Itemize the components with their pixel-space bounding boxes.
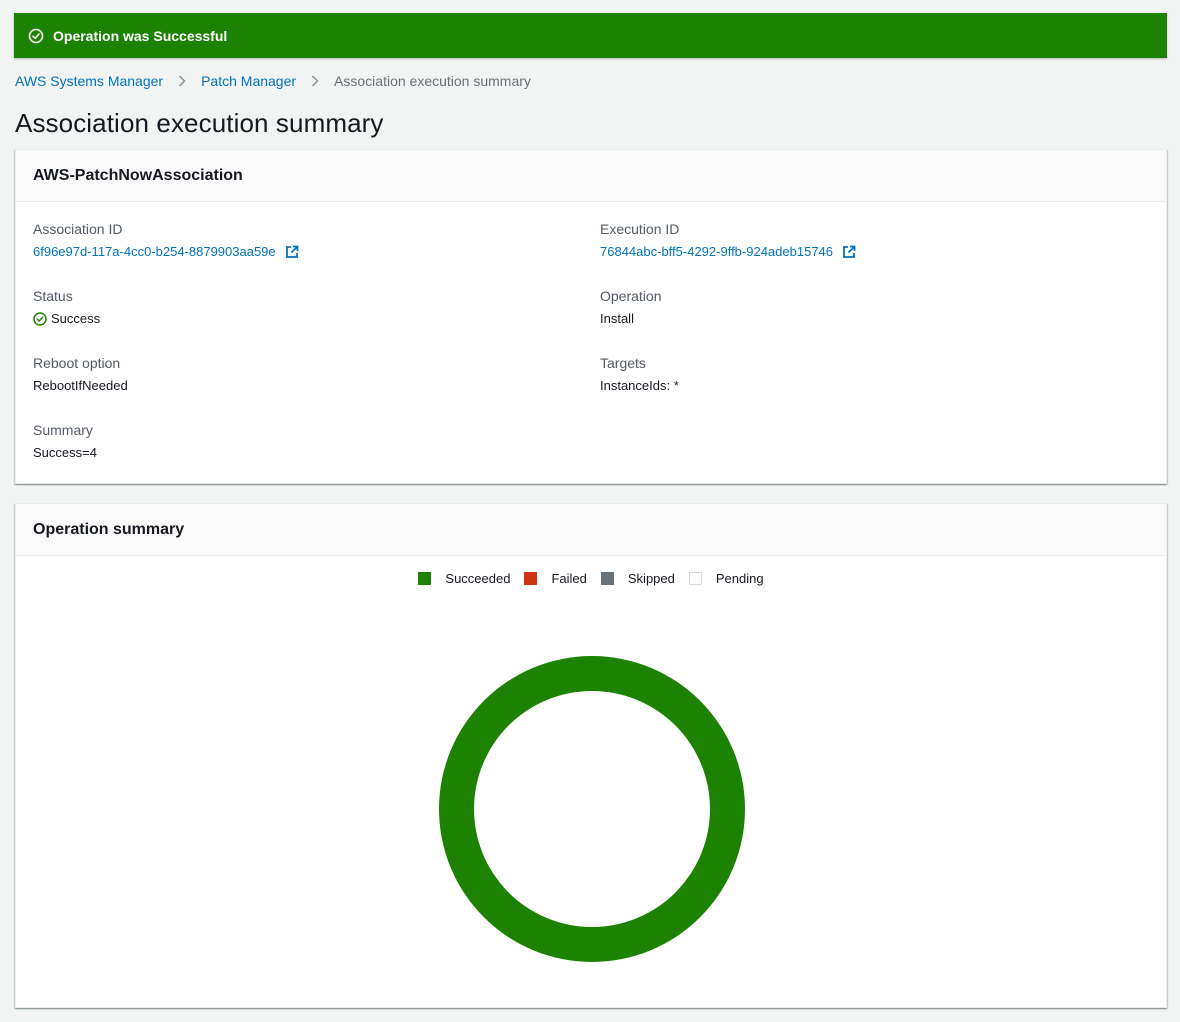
page-title: Association execution summary — [15, 108, 384, 138]
legend-label: Skipped — [627, 571, 675, 586]
legend-item-failed[interactable]: Failed — [524, 571, 587, 586]
card-title: AWS-PatchNowAssociation — [16, 150, 1166, 202]
operation-field: Operation Install — [600, 287, 661, 328]
check-circle-icon — [33, 312, 47, 326]
targets-label: Targets — [600, 355, 646, 371]
legend-item-succeeded[interactable]: Succeeded — [418, 571, 510, 586]
status-value: Success — [51, 311, 101, 326]
chart-legend: Succeeded Failed Skipped Pending — [16, 571, 1166, 586]
reboot-option-label: Reboot option — [33, 355, 121, 371]
summary-label: Summary — [33, 422, 93, 438]
check-circle-icon — [28, 28, 44, 44]
legend-label: Pending — [715, 571, 764, 586]
legend-label: Failed — [551, 571, 587, 586]
association-id-field: Association ID 6f96e97d-117a-4cc0-b254-8… — [33, 220, 299, 261]
targets-value: InstanceIds: * — [600, 378, 679, 393]
legend-item-pending[interactable]: Pending — [688, 571, 764, 586]
reboot-option-value: RebootIfNeeded — [33, 378, 128, 393]
operation-label: Operation — [600, 288, 662, 304]
external-link-icon[interactable] — [285, 245, 299, 259]
success-flash-banner: Operation was Successful — [14, 13, 1167, 58]
status-field: Status Success — [33, 287, 100, 328]
summary-value: Success=4 — [33, 445, 97, 460]
association-id-label: Association ID — [33, 221, 123, 237]
external-link-icon[interactable] — [842, 245, 856, 259]
breadcrumb-patch-manager[interactable]: Patch Manager — [201, 73, 296, 89]
execution-id-field: Execution ID 76844abc-bff5-4292-9ffb-924… — [600, 220, 856, 261]
breadcrumb: AWS Systems Manager Patch Manager Associ… — [15, 71, 531, 91]
summary-field: Summary Success=4 — [33, 421, 97, 462]
breadcrumb-current: Association execution summary — [334, 73, 531, 89]
legend-item-skipped[interactable]: Skipped — [600, 571, 675, 586]
reboot-option-field: Reboot option RebootIfNeeded — [33, 354, 128, 395]
execution-id-label: Execution ID — [600, 221, 680, 237]
card-title: Operation summary — [16, 504, 1166, 556]
breadcrumb-systems-manager[interactable]: AWS Systems Manager — [15, 73, 163, 89]
operation-value: Install — [600, 311, 634, 326]
donut-chart — [439, 656, 745, 962]
operation-summary-card: Operation summary Succeeded Failed Skipp… — [15, 503, 1167, 1008]
legend-swatch — [418, 572, 432, 585]
legend-swatch — [524, 572, 538, 585]
chevron-right-icon — [309, 75, 321, 87]
flash-message: Operation was Successful — [53, 27, 228, 44]
association-id-link[interactable]: 6f96e97d-117a-4cc0-b254-8879903aa59e — [33, 243, 276, 261]
targets-field: Targets InstanceIds: * — [600, 354, 679, 395]
association-details-card: AWS-PatchNowAssociation Association ID 6… — [15, 149, 1167, 484]
legend-swatch — [600, 572, 614, 585]
execution-id-link[interactable]: 76844abc-bff5-4292-9ffb-924adeb15746 — [600, 243, 833, 261]
donut-slice-succeeded[interactable] — [439, 656, 745, 962]
legend-label: Succeeded — [445, 571, 511, 586]
chevron-right-icon — [176, 75, 188, 87]
status-label: Status — [33, 288, 73, 304]
legend-swatch — [688, 572, 702, 585]
